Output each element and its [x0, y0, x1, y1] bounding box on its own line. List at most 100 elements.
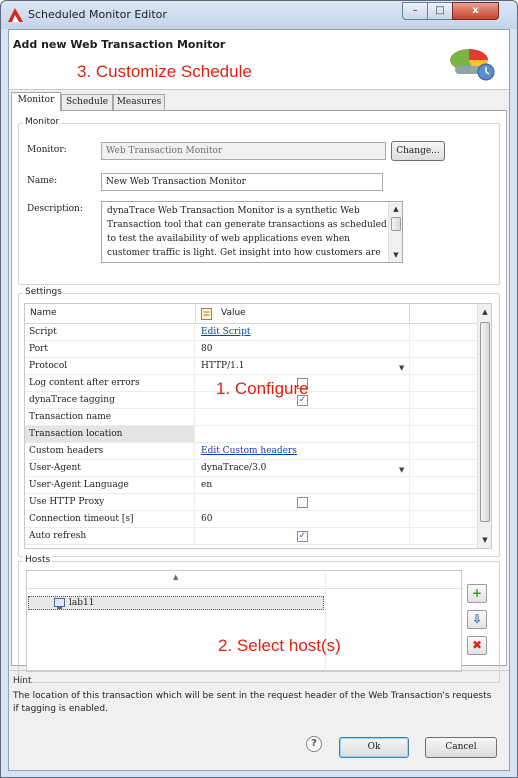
column-divider: [409, 494, 410, 510]
monitor-group: Monitor Monitor: Web Transaction Monitor…: [18, 117, 500, 285]
plus-icon: +: [471, 586, 483, 600]
scroll-down-icon[interactable]: ▼: [391, 250, 401, 260]
description-textarea[interactable]: dynaTrace Web Transaction Monitor is a s…: [101, 201, 403, 263]
settings-grid-header: Name Value: [25, 304, 477, 324]
dialog-body: Add new Web Transaction Monitor 3. Custo…: [8, 29, 510, 771]
tab-measures[interactable]: Measures: [113, 94, 165, 111]
setting-value[interactable]: Edit Custom headers: [197, 443, 409, 459]
setting-value[interactable]: en: [197, 477, 409, 493]
setting-link[interactable]: Edit Custom headers: [201, 446, 297, 456]
setting-name: Port: [25, 341, 195, 357]
setting-value[interactable]: HTTP/1.1 ▼: [197, 358, 409, 374]
change-button[interactable]: Change...: [391, 141, 445, 161]
setting-name: Use HTTP Proxy: [25, 494, 195, 510]
settings-row[interactable]: Use HTTP Proxy: [25, 494, 477, 511]
import-icon: ⇩: [471, 612, 483, 626]
monitor-group-title: Monitor: [23, 117, 62, 127]
setting-name: Auto refresh: [25, 528, 195, 544]
setting-value[interactable]: Edit Script: [197, 324, 409, 340]
settings-grid: Name Value Script Edit Script Port 80 Protoc…: [24, 303, 492, 549]
setting-value[interactable]: dynaTrace/3.0 ▼: [197, 460, 409, 476]
monitor-tab-panel: Monitor Monitor: Web Transaction Monitor…: [11, 110, 507, 683]
setting-value[interactable]: 60: [197, 511, 409, 527]
setting-value-text: en: [201, 480, 213, 490]
description-label: Description:: [27, 204, 83, 214]
setting-value[interactable]: [197, 494, 409, 510]
annotation-customize-schedule: 3. Customize Schedule: [77, 62, 252, 81]
name-label: Name:: [27, 176, 58, 186]
setting-name: Log content after errors: [25, 375, 195, 391]
column-divider: [409, 528, 410, 544]
scroll-thumb[interactable]: [391, 217, 401, 231]
settings-row[interactable]: Transaction name: [25, 409, 477, 426]
delete-icon: ✖: [471, 638, 483, 652]
import-host-button[interactable]: ⇩: [467, 610, 487, 629]
hint-text: The location of this transaction which w…: [13, 691, 492, 714]
annotation-select-hosts: 2. Select host(s): [218, 636, 341, 655]
column-divider: [409, 324, 410, 340]
remove-host-button[interactable]: ✖: [467, 636, 487, 655]
column-value-header[interactable]: Value: [221, 308, 246, 318]
dropdown-arrow-icon[interactable]: ▼: [399, 360, 404, 374]
setting-value[interactable]: ✓: [197, 528, 409, 544]
hosts-group-title: Hosts: [23, 555, 53, 565]
name-input[interactable]: New Web Transaction Monitor: [101, 173, 383, 191]
setting-value-text: dynaTrace/3.0: [201, 463, 267, 473]
add-host-button[interactable]: +: [467, 584, 487, 603]
host-list-item[interactable]: lab11: [28, 596, 324, 610]
annotation-configure: 1. Configure: [216, 379, 309, 398]
settings-row[interactable]: Auto refresh ✓: [25, 528, 477, 545]
dynatrace-logo-icon: [8, 8, 23, 22]
minimize-button[interactable]: –: [402, 2, 428, 20]
scroll-thumb[interactable]: [480, 322, 490, 522]
settings-row[interactable]: User-Agent dynaTrace/3.0 ▼: [25, 460, 477, 477]
tab-schedule[interactable]: Schedule: [61, 94, 113, 111]
hosts-table: ▲ lab11: [26, 570, 463, 673]
hosts-table-header[interactable]: ▲: [27, 571, 463, 589]
column-divider: [409, 460, 410, 476]
column-name-header[interactable]: Name: [30, 308, 57, 318]
column-divider: [409, 409, 410, 425]
setting-value-text: 60: [201, 514, 213, 524]
host-computer-icon: [54, 598, 65, 609]
value-column-icon: [201, 308, 212, 320]
scroll-up-icon[interactable]: ▲: [391, 204, 401, 214]
maximize-button[interactable]: □: [427, 2, 453, 20]
dialog-window: Scheduled Monitor Editor – □ x Add new W…: [0, 0, 518, 778]
settings-row[interactable]: Custom headers Edit Custom headers: [25, 443, 477, 460]
settings-row[interactable]: Transaction location: [25, 426, 477, 443]
close-button[interactable]: x: [452, 2, 499, 20]
setting-checkbox[interactable]: [297, 497, 308, 508]
settings-row[interactable]: Port 80: [25, 341, 477, 358]
help-icon[interactable]: ?: [306, 736, 322, 752]
scroll-down-icon[interactable]: ▼: [480, 535, 490, 545]
monitor-type-field: Web Transaction Monitor: [101, 142, 386, 160]
setting-name: Custom headers: [25, 443, 195, 459]
setting-value[interactable]: 80: [197, 341, 409, 357]
dropdown-arrow-icon[interactable]: ▼: [399, 462, 404, 476]
hint-divider: [9, 670, 509, 671]
column-divider: [409, 341, 410, 357]
setting-link[interactable]: Edit Script: [201, 327, 250, 337]
settings-group-title: Settings: [23, 287, 64, 297]
column-divider: [409, 358, 410, 374]
setting-name: Script: [25, 324, 195, 340]
column-divider: [409, 443, 410, 459]
monitor-chart-icon: [450, 49, 495, 81]
setting-value[interactable]: [197, 426, 409, 442]
settings-scrollbar[interactable]: ▲ ▼: [477, 304, 491, 548]
description-scrollbar[interactable]: ▲ ▼: [388, 202, 402, 262]
cancel-button[interactable]: Cancel: [425, 737, 497, 758]
scroll-up-icon[interactable]: ▲: [480, 307, 490, 317]
dialog-title: Add new Web Transaction Monitor: [13, 38, 226, 51]
settings-row[interactable]: User-Agent Language en: [25, 477, 477, 494]
settings-row[interactable]: Connection timeout [s] 60: [25, 511, 477, 528]
setting-checkbox[interactable]: ✓: [297, 531, 308, 542]
ok-button[interactable]: Ok: [339, 737, 409, 758]
setting-value[interactable]: [197, 409, 409, 425]
tab-monitor[interactable]: Monitor: [11, 92, 61, 111]
hint-title: Hint: [13, 676, 32, 686]
settings-row[interactable]: Script Edit Script: [25, 324, 477, 341]
settings-row[interactable]: Protocol HTTP/1.1 ▼: [25, 358, 477, 375]
title-bar[interactable]: Scheduled Monitor Editor – □ x: [1, 1, 517, 29]
